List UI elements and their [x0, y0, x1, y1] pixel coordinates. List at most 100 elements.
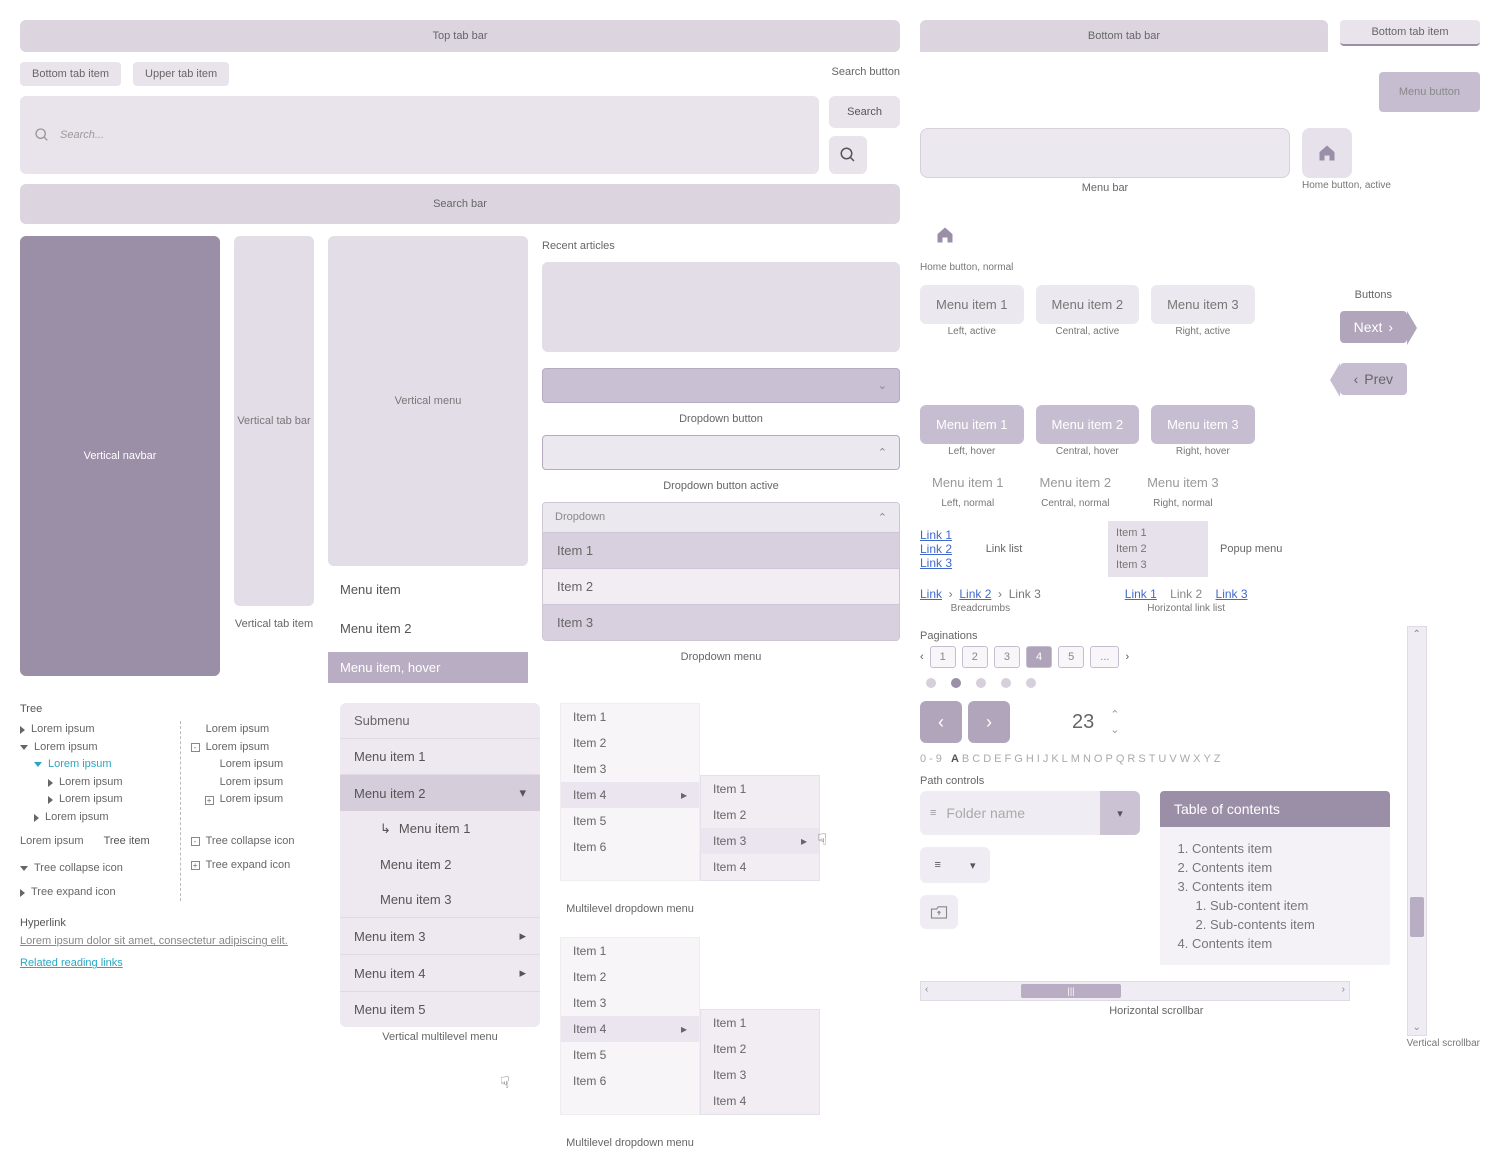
- upper-tab-item[interactable]: Upper tab item: [133, 62, 229, 86]
- ml-item[interactable]: Item 6: [561, 1068, 699, 1094]
- vertical-menu[interactable]: Vertical menu: [328, 236, 528, 566]
- menu-item-left-hover[interactable]: Menu item 1: [920, 405, 1024, 444]
- menu-item-right-normal[interactable]: Menu item 3: [1135, 469, 1231, 496]
- toc-sub-item[interactable]: Sub-content item: [1210, 898, 1376, 913]
- home-button-normal[interactable]: [920, 210, 970, 260]
- link-list-item[interactable]: Link 1: [920, 528, 952, 542]
- toc-item[interactable]: Contents item: [1192, 936, 1376, 951]
- ml-item[interactable]: Item 5: [561, 1042, 699, 1068]
- chevron-right-icon[interactable]: ›: [1125, 651, 1129, 663]
- spinner-down-icon[interactable]: ⌄: [1110, 723, 1119, 736]
- tree-item[interactable]: Lorem ipsum: [191, 721, 295, 739]
- hlink-item[interactable]: Link 2: [1170, 587, 1202, 601]
- chevron-up-icon[interactable]: ⌃: [1408, 629, 1426, 640]
- ml-item[interactable]: Item 4▸: [561, 782, 699, 808]
- tree-item[interactable]: Lorem ipsum: [20, 774, 150, 792]
- ml-sub-item[interactable]: Item 1: [701, 1010, 819, 1036]
- ml-item[interactable]: Item 3: [561, 990, 699, 1016]
- menu-item-2[interactable]: Menu item 2: [328, 613, 528, 644]
- submenu-item[interactable]: Menu item 3: [340, 882, 540, 917]
- tree-item[interactable]: +Lorem ipsum: [191, 791, 295, 809]
- home-button-active[interactable]: [1302, 128, 1352, 178]
- related-reading-link[interactable]: Related reading links: [20, 957, 320, 969]
- chevron-left-icon[interactable]: ‹: [925, 984, 928, 995]
- folder-up-button[interactable]: [920, 895, 958, 929]
- search-icon-button[interactable]: [829, 136, 867, 174]
- menu-bar[interactable]: [920, 128, 1290, 178]
- dropdown-header[interactable]: Dropdown⌃: [543, 503, 899, 532]
- tree-item[interactable]: Lorem ipsum: [20, 809, 150, 827]
- horizontal-scrollbar[interactable]: ‹ ||| ›: [920, 981, 1350, 1001]
- pagination-dot[interactable]: [1001, 678, 1011, 688]
- ml-sub-item[interactable]: Item 2: [701, 802, 819, 828]
- page-number[interactable]: 3: [994, 646, 1020, 668]
- next-button[interactable]: Next›: [1340, 311, 1407, 343]
- path-control-folder[interactable]: ≡ Folder name ▾: [920, 791, 1140, 835]
- path-control-compact[interactable]: ≡ ▾: [920, 847, 990, 883]
- page-number[interactable]: ...: [1090, 646, 1119, 668]
- toc-item[interactable]: Contents item: [1192, 841, 1376, 856]
- dropdown-button-active[interactable]: ⌃: [542, 435, 900, 470]
- ml-sub-item[interactable]: Item 3: [701, 1062, 819, 1088]
- link-list-item[interactable]: Link 2: [920, 542, 952, 556]
- ml-sub-item[interactable]: Item 1: [701, 776, 819, 802]
- ml-item[interactable]: Item 6: [561, 834, 699, 860]
- pagination-dot[interactable]: [1026, 678, 1036, 688]
- ml-item[interactable]: Item 3: [561, 756, 699, 782]
- tree-item[interactable]: Lorem ipsum: [20, 756, 150, 774]
- page-number[interactable]: 5: [1058, 646, 1084, 668]
- menu-item-central-hover[interactable]: Menu item 2: [1036, 405, 1140, 444]
- toc-item[interactable]: Contents item: [1192, 860, 1376, 875]
- menu-item[interactable]: Menu item 2▾: [340, 774, 540, 811]
- menu-item-right-hover[interactable]: Menu item 3: [1151, 405, 1255, 444]
- dropdown-item[interactable]: Item 1: [543, 532, 899, 568]
- menu-item-right-active[interactable]: Menu item 3: [1151, 285, 1255, 324]
- toc-item[interactable]: Contents item Sub-content item Sub-conte…: [1192, 879, 1376, 932]
- pagination-dot-active[interactable]: [951, 678, 961, 688]
- menu-item[interactable]: Menu item 4▸: [340, 954, 540, 991]
- submenu-item[interactable]: Menu item 2: [340, 847, 540, 882]
- toc-sub-item[interactable]: Sub-contents item: [1210, 917, 1376, 932]
- ml-item[interactable]: Item 2: [561, 730, 699, 756]
- dropdown-item[interactable]: Item 3: [543, 604, 899, 640]
- bottom-tab-item[interactable]: Bottom tab item: [20, 62, 121, 86]
- page-number[interactable]: 2: [962, 646, 988, 668]
- top-tab-bar[interactable]: Top tab bar: [20, 20, 900, 52]
- scrollbar-thumb[interactable]: [1410, 897, 1424, 937]
- ml-item[interactable]: Item 5: [561, 808, 699, 834]
- tree-item[interactable]: Lorem ipsum: [20, 791, 150, 809]
- tree-item[interactable]: -Lorem ipsum: [191, 739, 295, 757]
- dropdown-item[interactable]: Item 2: [543, 568, 899, 604]
- chevron-right-icon[interactable]: ›: [1342, 984, 1345, 995]
- next-arrow-button[interactable]: ›: [968, 701, 1010, 743]
- menu-item-left-active[interactable]: Menu item 1: [920, 285, 1024, 324]
- chevron-left-icon[interactable]: ‹: [920, 651, 924, 663]
- ml-sub-item[interactable]: Item 2: [701, 1036, 819, 1062]
- tree-item[interactable]: Lorem ipsum: [191, 774, 295, 792]
- prev-arrow-button[interactable]: ‹: [920, 701, 962, 743]
- pagination-dot[interactable]: [976, 678, 986, 688]
- ml-item[interactable]: Item 2: [561, 964, 699, 990]
- ml-item[interactable]: Item 4▸: [561, 1016, 699, 1042]
- pagination-dot[interactable]: [926, 678, 936, 688]
- spinner-up-icon[interactable]: ⌃: [1110, 708, 1119, 721]
- prev-button[interactable]: ‹Prev: [1340, 363, 1407, 395]
- link-list-item[interactable]: Link 3: [920, 556, 952, 570]
- tree-item[interactable]: Lorem ipsum: [191, 756, 295, 774]
- scrollbar-thumb[interactable]: |||: [1021, 984, 1121, 998]
- menu-item-central-normal[interactable]: Menu item 2: [1028, 469, 1124, 496]
- popup-item[interactable]: Item 3: [1108, 557, 1208, 573]
- breadcrumb-link[interactable]: Link 2: [959, 587, 991, 601]
- bottom-tab-item[interactable]: Bottom tab item: [1340, 20, 1480, 46]
- breadcrumb-link[interactable]: Link: [920, 587, 942, 601]
- vertical-scrollbar[interactable]: ⌃ ⌄: [1407, 626, 1427, 1036]
- ml-item[interactable]: Item 1: [561, 704, 699, 730]
- ml-item[interactable]: Item 1: [561, 938, 699, 964]
- ml-sub-item[interactable]: Item 4: [701, 854, 819, 880]
- ml-sub-item[interactable]: Item 4: [701, 1088, 819, 1114]
- chevron-down-icon[interactable]: ⌄: [1408, 1022, 1426, 1033]
- submenu-item[interactable]: ↳Menu item 1: [340, 811, 540, 847]
- hlink-item[interactable]: Link 1: [1125, 587, 1157, 601]
- hlink-item[interactable]: Link 3: [1216, 587, 1248, 601]
- menu-item-hover[interactable]: Menu item, hover: [328, 652, 528, 683]
